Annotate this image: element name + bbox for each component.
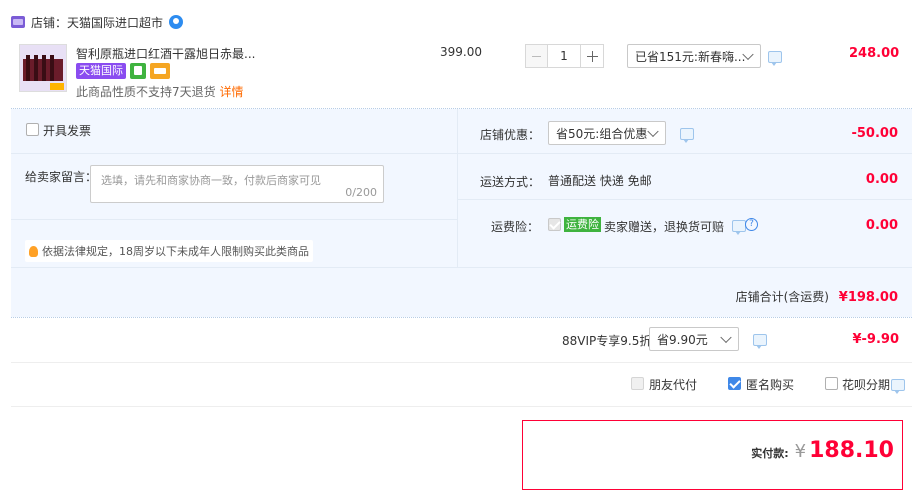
shop-discount-select[interactable]: 省50元:组合优惠: [548, 121, 666, 145]
chevron-down-icon: [647, 125, 659, 138]
message-counter: 0/200: [345, 186, 377, 199]
payment-label: 实付款:: [751, 447, 789, 460]
item-row: 智利原瓶进口红酒干露旭日赤最... 天猫国际 此商品性质不支持7天退货 详情 3…: [11, 36, 912, 108]
item-discount-select-value: 已省151元:新春嗨...: [635, 49, 746, 64]
store-total: 店铺合计(含运费) ¥198.00: [736, 288, 898, 305]
anonymous-label[interactable]: 匿名购买: [746, 376, 794, 393]
return-note: 此商品性质不支持7天退货 详情: [76, 83, 243, 100]
store-total-label: 店铺合计(含运费): [735, 290, 829, 304]
product-thumbnail[interactable]: [19, 44, 67, 92]
message-label: 给卖家留言：: [25, 170, 98, 184]
insurance-text: 卖家赠送，退换货可赔: [604, 220, 725, 234]
invoice-checkbox[interactable]: [26, 123, 39, 136]
invoice-label[interactable]: 开具发票: [43, 122, 91, 139]
insurance-badge: 运费险: [564, 217, 601, 232]
lightbulb-icon: [29, 245, 38, 257]
payment-box: 实付款: ¥ 188.10: [522, 420, 903, 490]
item-discount-info-icon[interactable]: [768, 51, 782, 66]
store-header: 店铺： 天猫国际进口超市: [11, 14, 184, 31]
message-textarea[interactable]: 选填，请先和商家协商一致，付款后商家可见 0/200: [90, 165, 384, 203]
store-total-value: ¥198.00: [838, 290, 898, 305]
vip-discount-select[interactable]: 省9.90元: [649, 327, 739, 351]
shipping-price: 0.00: [865, 172, 898, 187]
quantity-stepper: 1: [525, 44, 610, 68]
message-block: 给卖家留言： 选填，请先和商家协商一致，付款后商家可见 0/200: [11, 155, 457, 220]
shop-discount-select-value: 省50元:组合优惠: [556, 126, 648, 141]
shipping-value: 普通配送 快递 免邮: [548, 174, 652, 188]
shop-discount-row: 店铺优惠： 省50元:组合优惠 -50.00: [458, 109, 912, 154]
vip-row: 88VIP专享9.5折 省9.90元 ¥-9.90: [11, 318, 912, 363]
huabei-label[interactable]: 花呗分期: [842, 376, 890, 393]
legal-notice: 依据法律规定，18周岁以下未成年人限制购买此类商品: [25, 240, 313, 262]
insurance-label: 运费险：: [491, 220, 540, 234]
quantity-increase-button[interactable]: [580, 44, 604, 68]
store-name[interactable]: 天猫国际进口超市: [67, 14, 163, 31]
shipping-row: 运送方式： 普通配送 快递 免邮 0.00: [458, 155, 912, 200]
vip-value: ¥-9.90: [852, 332, 899, 347]
shop-discount-label: 店铺优惠：: [480, 128, 541, 142]
product-badges: 天猫国际: [76, 63, 170, 79]
store-total-separator: [11, 267, 912, 268]
wangwang-icon[interactable]: [169, 15, 184, 29]
insurance-row: 运费险： 运费险 卖家赠送，退换货可赔 ? 0.00: [458, 201, 912, 249]
service-card-icon: [150, 63, 170, 79]
anonymous-checkbox[interactable]: [728, 377, 741, 390]
return-note-link[interactable]: 详情: [219, 85, 243, 99]
store-icon: [11, 16, 25, 28]
insurance-price: 0.00: [865, 218, 898, 233]
payment-currency: ¥: [794, 441, 807, 462]
friend-pay-checkbox[interactable]: [631, 377, 644, 390]
shop-discount-info-icon[interactable]: [680, 128, 694, 143]
return-note-text: 此商品性质不支持7天退货: [76, 85, 216, 99]
service-green-icon: [130, 63, 146, 79]
insurance-checkbox[interactable]: [548, 218, 561, 231]
product-title[interactable]: 智利原瓶进口红酒干露旭日赤最...: [76, 45, 255, 62]
help-icon[interactable]: ?: [745, 218, 758, 231]
tmall-global-badge: 天猫国际: [76, 63, 126, 79]
vip-discount-select-value: 省9.90元: [657, 332, 708, 347]
store-label: 店铺：: [31, 15, 68, 30]
vip-label: 88VIP专享9.5折: [562, 334, 652, 348]
chevron-down-icon: [720, 331, 732, 344]
item-subtotal: 248.00: [849, 46, 900, 61]
payment-amount: 188.10: [809, 438, 894, 463]
huabei-checkbox[interactable]: [825, 377, 838, 390]
shipping-label: 运送方式：: [480, 175, 541, 189]
message-placeholder: 选填，请先和商家协商一致，付款后商家可见: [101, 174, 321, 187]
vip-info-icon[interactable]: [753, 334, 767, 349]
huabei-info-icon[interactable]: [891, 379, 905, 394]
legal-notice-text: 依据法律规定，18周岁以下未成年人限制购买此类商品: [42, 245, 309, 258]
order-panel: 开具发票 给卖家留言： 选填，请先和商家协商一致，付款后商家可见 0/200 依…: [11, 109, 912, 317]
options-row: 朋友代付 匿名购买 花呗分期: [11, 363, 912, 407]
quantity-decrease-button[interactable]: [525, 44, 548, 68]
unit-price: 399.00: [440, 45, 482, 59]
invoice-block: 开具发票: [11, 109, 457, 154]
insurance-chat-icon[interactable]: [732, 220, 746, 235]
shop-discount-value: -50.00: [851, 126, 898, 141]
quantity-input[interactable]: 1: [548, 44, 580, 68]
friend-pay-label[interactable]: 朋友代付: [649, 376, 697, 393]
item-discount-select[interactable]: 已省151元:新春嗨...: [627, 44, 761, 68]
payment-total: 实付款: ¥ 188.10: [751, 438, 894, 463]
